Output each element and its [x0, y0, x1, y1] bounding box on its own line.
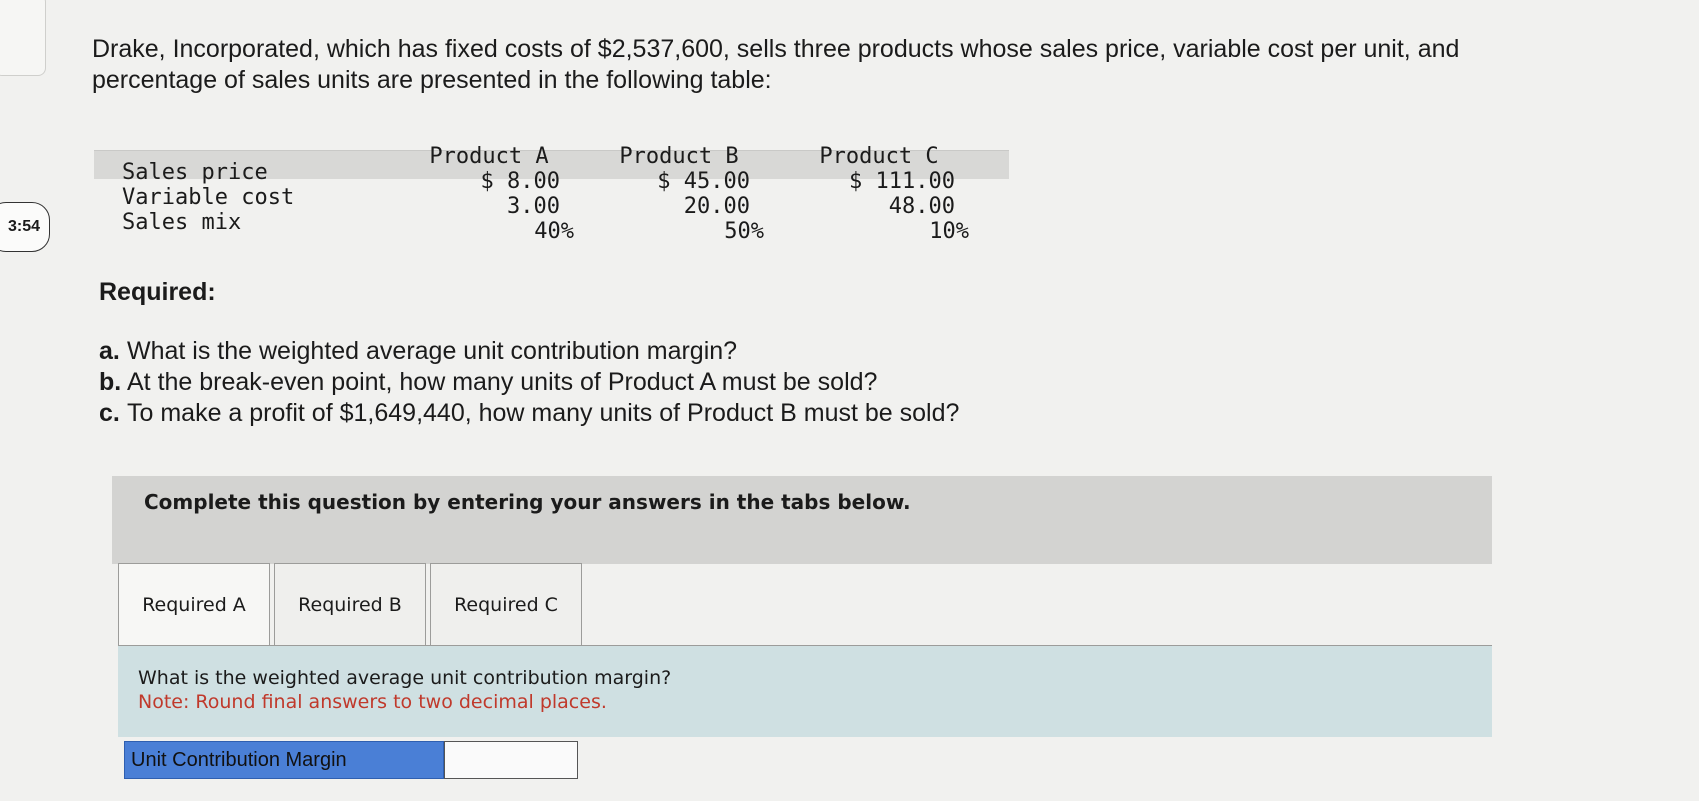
sales-price-value: $ 8.00 — [480, 169, 560, 194]
tab-required-a[interactable]: Required A — [118, 563, 270, 645]
panel-question: What is the weighted average unit contri… — [138, 667, 672, 689]
corner-box — [0, 0, 46, 76]
tab-bar: Required A Required B Required C — [118, 563, 586, 645]
item-text: What is the weighted average unit contri… — [127, 337, 738, 365]
answer-row: Unit Contribution Margin — [124, 741, 578, 779]
row-labels: Sales price Variable cost Sales mix — [122, 160, 294, 235]
item-letter: a. — [99, 337, 120, 365]
row-label-sales-mix: Sales mix — [122, 210, 242, 235]
sales-price-value: $ 45.00 — [657, 169, 750, 194]
answer-label: Unit Contribution Margin — [124, 741, 444, 779]
sales-price-value: $ 111.00 — [849, 169, 955, 194]
panel-note: Note: Round final answers to two decimal… — [138, 691, 607, 713]
tab-required-c[interactable]: Required C — [430, 563, 582, 645]
required-list: a. What is the weighted average unit con… — [99, 336, 959, 429]
problem-statement: Drake, Incorporated, which has fixed cos… — [92, 35, 1460, 94]
list-item: c. To make a profit of $1,649,440, how m… — [99, 398, 959, 429]
unit-contribution-margin-input[interactable] — [444, 741, 578, 779]
variable-cost-value: 20.00 — [683, 194, 750, 219]
row-label-sales-price: Sales price — [122, 160, 268, 185]
list-item: a. What is the weighted average unit con… — [99, 336, 959, 367]
column-header: Product A — [429, 144, 549, 169]
item-letter: c. — [99, 399, 120, 427]
column-product-a: Product A $ 8.00 3.00 40% — [404, 144, 574, 244]
item-letter: b. — [99, 368, 122, 396]
variable-cost-value: 3.00 — [507, 194, 560, 219]
sales-mix-value: 10% — [929, 219, 969, 244]
item-text: To make a profit of $1,649,440, how many… — [127, 399, 960, 427]
variable-cost-value: 48.00 — [888, 194, 955, 219]
column-header: Product B — [619, 144, 739, 169]
question-panel: What is the weighted average unit contri… — [118, 645, 1492, 737]
list-item: b. At the break-even point, how many uni… — [99, 367, 959, 398]
sales-mix-value: 40% — [534, 219, 574, 244]
column-product-b: Product B $ 45.00 20.00 50% — [594, 144, 764, 244]
column-product-c: Product C $ 111.00 48.00 10% — [789, 144, 969, 244]
item-text: At the break-even point, how many units … — [127, 368, 878, 396]
required-heading: Required: — [99, 278, 216, 306]
tab-required-b[interactable]: Required B — [274, 563, 426, 645]
timer-badge: 3:54 — [0, 202, 50, 252]
row-label-variable-cost: Variable cost — [122, 185, 295, 210]
column-header: Product C — [819, 144, 939, 169]
instruction-banner: Complete this question by entering your … — [112, 476, 1492, 564]
sales-mix-value: 50% — [724, 219, 764, 244]
